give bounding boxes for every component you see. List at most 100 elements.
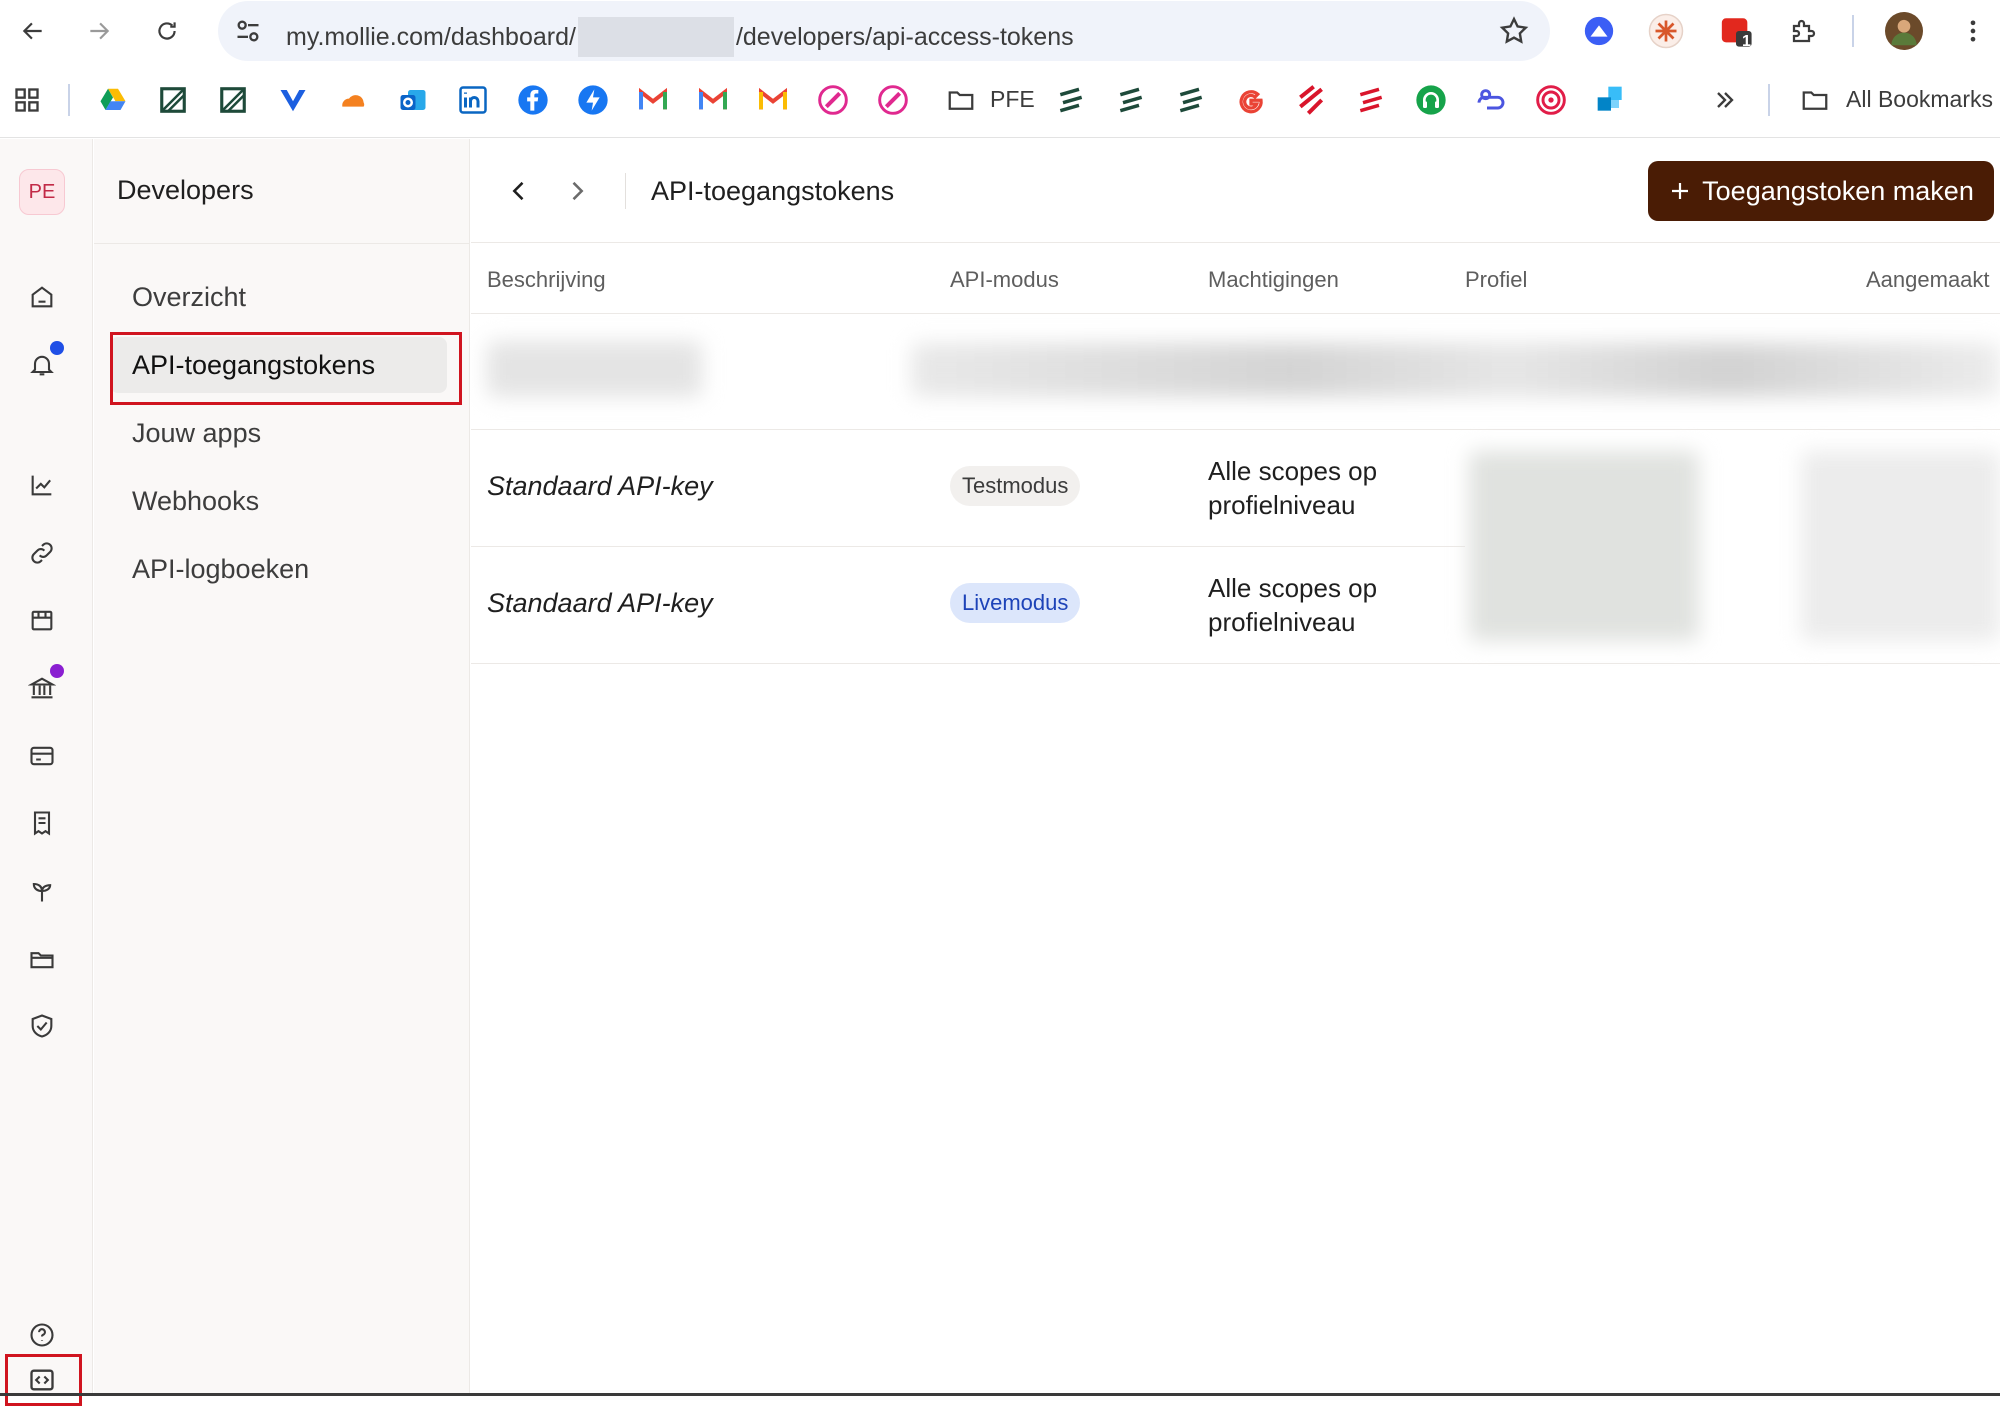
- organization-avatar[interactable]: PE: [19, 169, 65, 215]
- bookmarks-separator: [68, 84, 70, 116]
- bell-icon: [30, 355, 54, 376]
- page-title: API-toegangstokens: [651, 176, 895, 206]
- sprout-icon: [32, 882, 52, 902]
- history-back-button[interactable]: [497, 169, 541, 213]
- bookmark-pink-circle-icon[interactable]: [816, 83, 850, 117]
- gmail-icon[interactable]: [636, 83, 670, 117]
- gmail-icon[interactable]: [696, 83, 730, 117]
- reload-button[interactable]: [146, 10, 188, 52]
- folder-icon[interactable]: [1798, 83, 1832, 117]
- subnav-divider: [94, 243, 470, 244]
- chevron-right-icon: [572, 181, 584, 201]
- bookmark-s-icon[interactable]: [1054, 83, 1088, 117]
- google-drive-icon[interactable]: [96, 83, 130, 117]
- bookmark-pink-circle-icon[interactable]: [876, 83, 910, 117]
- column-header-created[interactable]: Aangemaakt: [1866, 267, 1990, 293]
- table-header-divider: [471, 313, 2000, 314]
- site-settings-icon[interactable]: [232, 15, 264, 47]
- bank-icon: [28, 677, 56, 699]
- subnav-item-api-logs[interactable]: API-logboeken: [110, 541, 447, 597]
- arrow-left-icon: [22, 22, 42, 40]
- home-icon: [31, 286, 53, 308]
- bookmark-folder-pfe[interactable]: PFE: [990, 86, 1035, 113]
- apps-grid-icon[interactable]: [10, 83, 44, 117]
- rail-bank[interactable]: [24, 664, 64, 706]
- linkedin-icon[interactable]: [456, 83, 490, 117]
- page-header: API-toegangstokens Toegangstoken maken: [471, 139, 2000, 243]
- outlook-icon[interactable]: [396, 83, 430, 117]
- rail-payment-links[interactable]: [24, 535, 60, 571]
- bookmarks-separator: [1768, 84, 1770, 116]
- bookmark-v-icon[interactable]: [276, 83, 310, 117]
- rail-home[interactable]: [24, 279, 60, 315]
- extensions-puzzle-icon[interactable]: [1784, 11, 1824, 51]
- redacted-cell: [911, 343, 2000, 397]
- rail-help[interactable]: [24, 1317, 60, 1353]
- mode-badge-test: Testmodus: [950, 466, 1081, 506]
- back-button[interactable]: [12, 10, 54, 52]
- rail-payments[interactable]: [24, 738, 60, 774]
- column-header-api-mode[interactable]: API-modus: [950, 267, 1059, 293]
- bookmark-red-s-icon[interactable]: [1354, 83, 1388, 117]
- developers-subnav: Developers Overzicht API-toegangstokens …: [94, 139, 470, 1393]
- cloudflare-icon[interactable]: [336, 83, 370, 117]
- browser-menu-icon[interactable]: [1953, 11, 1993, 51]
- column-header-permissions[interactable]: Machtigingen: [1208, 267, 1339, 293]
- reload-icon: [158, 22, 176, 40]
- token-description: Standaard API-key: [487, 471, 713, 501]
- token-permissions: Alle scopes op profielniveau: [1208, 456, 1378, 520]
- bookmark-square-icon[interactable]: [156, 83, 190, 117]
- subnav-item-webhooks[interactable]: Webhooks: [110, 473, 447, 529]
- bookmark-red-icon[interactable]: [1294, 83, 1328, 117]
- subnav-item-apps[interactable]: Jouw apps: [110, 405, 447, 461]
- address-bar[interactable]: my.mollie.com/dashboard/ /developers/api…: [218, 1, 1550, 61]
- rail-security[interactable]: [24, 1008, 60, 1044]
- column-header-profile[interactable]: Profiel: [1465, 267, 1527, 293]
- token-permissions: Alle scopes op profielniveau: [1208, 573, 1378, 637]
- rail-invoices[interactable]: [24, 805, 60, 841]
- url-prefix: my.mollie.com/dashboard/: [286, 22, 576, 51]
- subnav-item-overzicht[interactable]: Overzicht: [110, 269, 447, 325]
- create-token-button[interactable]: Toegangstoken maken: [1648, 161, 1994, 221]
- rail-reports[interactable]: [24, 467, 60, 503]
- credit-card-icon: [30, 746, 54, 766]
- receipt-icon: [33, 811, 51, 836]
- all-bookmarks[interactable]: All Bookmarks: [1846, 86, 1993, 113]
- create-token-label: Toegangstoken maken: [1702, 175, 1974, 206]
- chevron-left-icon: [512, 181, 524, 201]
- gmail-icon[interactable]: [756, 83, 790, 117]
- profile-avatar-icon[interactable]: [1884, 11, 1924, 51]
- bookmark-green-headset-icon[interactable]: [1414, 83, 1448, 117]
- history-forward-button[interactable]: [555, 169, 599, 213]
- url-redacted-segment: [577, 17, 734, 57]
- bookmark-star-icon[interactable]: [1498, 15, 1530, 47]
- bookmark-blocks-icon[interactable]: [1594, 83, 1628, 117]
- rail-documents[interactable]: [24, 941, 60, 977]
- subnav-title: Developers: [117, 175, 254, 205]
- rail-growth[interactable]: [24, 873, 60, 909]
- bookmark-s-icon[interactable]: [1174, 83, 1208, 117]
- mode-badge-live: Livemodus: [950, 583, 1081, 623]
- bookmark-s-icon[interactable]: [1114, 83, 1148, 117]
- messenger-icon[interactable]: [576, 83, 610, 117]
- more-bookmarks-icon[interactable]: [1708, 83, 1742, 117]
- rail-notifications[interactable]: [24, 341, 64, 383]
- bookmark-square-icon[interactable]: [216, 83, 250, 117]
- bookmark-target-icon[interactable]: [1534, 83, 1568, 117]
- link-icon: [31, 542, 53, 564]
- bookmark-loop-icon[interactable]: [1474, 83, 1508, 117]
- rail-store[interactable]: [24, 602, 60, 638]
- store-icon: [31, 610, 53, 631]
- browser-toolbar: my.mollie.com/dashboard/ /developers/api…: [0, 0, 2000, 62]
- chart-icon: [31, 475, 52, 496]
- icon-rail: PE: [0, 139, 93, 1393]
- extension-sunburst-icon[interactable]: [1646, 11, 1686, 51]
- column-header-description[interactable]: Beschrijving: [487, 267, 606, 293]
- folder-icon[interactable]: [944, 83, 978, 117]
- extension-blue-icon[interactable]: [1579, 11, 1619, 51]
- facebook-icon[interactable]: [516, 83, 550, 117]
- extension-calendar-icon[interactable]: 1: [1716, 11, 1756, 51]
- bank-notification-dot: [50, 664, 64, 678]
- forward-button[interactable]: [78, 10, 120, 52]
- google-icon[interactable]: [1234, 83, 1268, 117]
